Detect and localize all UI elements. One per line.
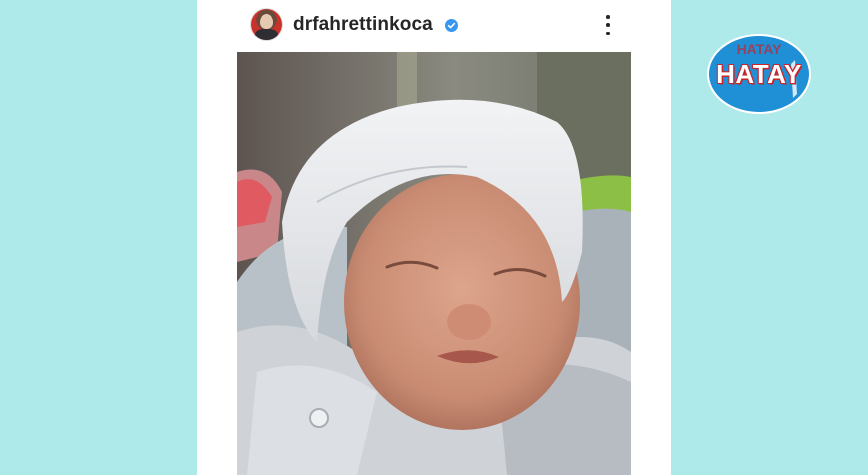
hatay-watermark-logo: HATAY HATAY (707, 34, 811, 114)
verified-badge-icon (445, 19, 458, 32)
avatar-suit (255, 29, 278, 40)
avatar-face (260, 15, 273, 29)
instagram-post-card: drfahrettinkoca (197, 0, 671, 475)
more-options-icon[interactable] (602, 15, 614, 35)
post-photo (237, 52, 631, 475)
post-header: drfahrettinkoca (197, 0, 671, 50)
username-link[interactable]: drfahrettinkoca (293, 14, 433, 36)
hatay-logo-text: HATAY (716, 59, 802, 89)
newborn-baby-photo (237, 52, 631, 475)
svg-text:HATAY: HATAY (737, 41, 783, 57)
profile-avatar[interactable] (251, 9, 282, 40)
